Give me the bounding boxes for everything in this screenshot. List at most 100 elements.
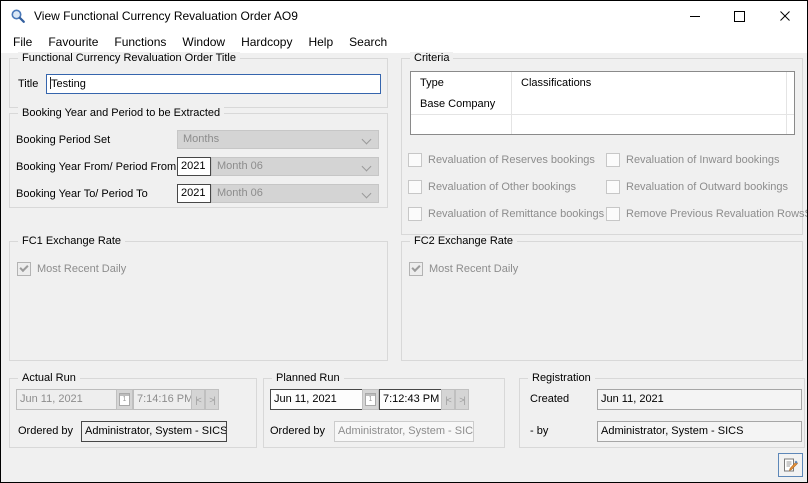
checkbox-reval-inward[interactable]: Revaluation of Inward bookings [606,153,779,167]
planned-run-date-value: Jun 11, 2021 [274,393,337,405]
booking-year-from-input[interactable]: 2021 [177,157,211,176]
criteria-col-classifications: Classifications [521,73,591,93]
actual-run-ordered-by-value: Administrator, System - SICS [85,425,227,437]
menu-item-search[interactable]: Search [341,33,395,51]
checkbox-checked-icon [409,262,423,276]
actual-run-date-value: Jun 11, 2021 [20,393,83,405]
app-window: View Functional Currency Revaluation Ord… [0,0,808,483]
actual-run-time-value: 7:14:16 PM [137,393,193,405]
booking-period-set-value: Months [183,133,219,145]
registration-created-label: Created [530,393,569,405]
menu-item-functions[interactable]: Functions [106,33,174,51]
title-input[interactable]: Testing [46,74,381,94]
menu-item-favourite[interactable]: Favourite [40,33,106,51]
planned-run-ordered-by-value: Administrator, System - SICS [338,425,474,437]
planned-run-ordered-by-label: Ordered by [270,425,325,437]
group-order-title: Functional Currency Revaluation Order Ti… [9,58,388,108]
group-order-title-label: Functional Currency Revaluation Order Ti… [18,52,240,64]
booking-period-to-value: Month 06 [217,187,263,199]
checkbox-reval-remittance[interactable]: Revaluation of Remittance bookings [408,207,604,221]
menu-item-window[interactable]: Window [174,33,233,51]
calendar-icon: 1 [119,393,130,406]
criteria-col-type: Type [420,73,444,93]
actual-run-spin-prev-button[interactable]: |< [191,389,205,410]
booking-period-to-select[interactable]: Month 06 [211,184,379,203]
close-button[interactable] [762,1,807,31]
registration-by-label: - by [530,425,548,437]
checkbox-icon [606,207,620,221]
booking-period-from-select[interactable]: Month 06 [211,157,379,176]
booking-period-set-select[interactable]: Months [177,130,379,149]
checkbox-icon [606,180,620,194]
group-actual-run: Actual Run Jun 11, 2021 1 7:14:16 PM |< … [9,378,257,448]
planned-run-date-field[interactable]: Jun 11, 2021 [270,389,364,410]
spin-prev-icon: |< [445,395,451,405]
chevron-down-icon [362,189,372,199]
menu-item-file[interactable]: File [5,33,40,51]
spin-prev-icon: |< [195,395,201,405]
calendar-icon: 1 [365,393,376,406]
checkbox-label: Revaluation of Reserves bookings [428,154,595,166]
checkbox-reval-reserves[interactable]: Revaluation of Reserves bookings [408,153,595,167]
planned-run-spin-next-button[interactable]: >| [455,389,469,410]
registration-created-field[interactable]: Jun 11, 2021 [597,389,802,410]
planned-run-ordered-by-field[interactable]: Administrator, System - SICS [334,421,474,442]
checkbox-label: Revaluation of Outward bookings [626,181,788,193]
booking-to-label: Booking Year To/ Period To [16,188,148,200]
group-fc1-label: FC1 Exchange Rate [18,235,125,247]
registration-by-value: Administrator, System - SICS [601,425,743,437]
group-planned-run-label: Planned Run [272,372,344,384]
magnifier-icon [10,8,26,24]
edit-order-button[interactable] [778,453,803,477]
right-divider [786,72,787,134]
spin-next-icon: >| [209,395,215,405]
planned-run-time-value: 7:12:43 PM [383,393,439,405]
maximize-icon [734,11,745,22]
group-criteria: Criteria Type Classifications Base Compa… [401,58,803,235]
fc1-most-recent-daily-checkbox[interactable]: Most Recent Daily [17,262,126,276]
chevron-down-icon [362,135,372,145]
minimize-icon [690,16,700,17]
group-criteria-label: Criteria [410,52,453,64]
window-controls [672,1,807,31]
planned-run-time-field[interactable]: 7:12:43 PM [379,389,445,410]
checkbox-remove-previous-reval[interactable]: Remove Previous Revaluation RowsSic [606,207,808,221]
actual-run-date-field[interactable]: Jun 11, 2021 [16,389,118,410]
minimize-button[interactable] [672,1,717,31]
booking-year-to-value: 2021 [181,187,205,199]
registration-by-field[interactable]: Administrator, System - SICS [597,421,802,442]
menu-item-hardcopy[interactable]: Hardcopy [233,33,300,51]
registration-created-value: Jun 11, 2021 [601,393,664,405]
criteria-table: Type Classifications Base Company [410,71,795,135]
window-title: View Functional Currency Revaluation Ord… [34,9,298,23]
group-booking-label: Booking Year and Period to be Extracted [18,107,224,119]
actual-run-time-field[interactable]: 7:14:16 PM [133,389,195,410]
close-icon [780,11,790,21]
booking-from-label: Booking Year From/ Period From [16,161,176,173]
checkbox-label: Revaluation of Inward bookings [626,154,779,166]
group-registration: Registration Created Jun 11, 2021 - by A… [519,378,805,448]
title-bar: View Functional Currency Revaluation Ord… [1,1,807,31]
maximize-button[interactable] [717,1,762,31]
fc2-most-recent-daily-checkbox[interactable]: Most Recent Daily [409,262,518,276]
menu-item-help[interactable]: Help [300,33,341,51]
row-divider [411,114,794,115]
checkbox-reval-other[interactable]: Revaluation of Other bookings [408,180,576,194]
title-label: Title [18,78,38,90]
title-input-value: Testing [51,78,86,90]
chevron-down-icon [362,162,372,172]
checkbox-reval-outward[interactable]: Revaluation of Outward bookings [606,180,788,194]
group-registration-label: Registration [528,372,595,384]
actual-run-calendar-button[interactable]: 1 [116,389,133,410]
booking-year-to-input[interactable]: 2021 [177,184,211,203]
planned-run-spin-prev-button[interactable]: |< [441,389,455,410]
planned-run-calendar-button[interactable]: 1 [362,389,379,410]
document-pencil-icon [783,458,798,473]
booking-period-from-value: Month 06 [217,160,263,172]
checkbox-icon [606,153,620,167]
checkbox-label: Most Recent Daily [37,263,126,275]
actual-run-spin-next-button[interactable]: >| [205,389,219,410]
actual-run-ordered-by-field[interactable]: Administrator, System - SICS [81,421,227,442]
booking-year-from-value: 2021 [181,160,205,172]
criteria-row-base-company[interactable]: Base Company [420,94,495,114]
